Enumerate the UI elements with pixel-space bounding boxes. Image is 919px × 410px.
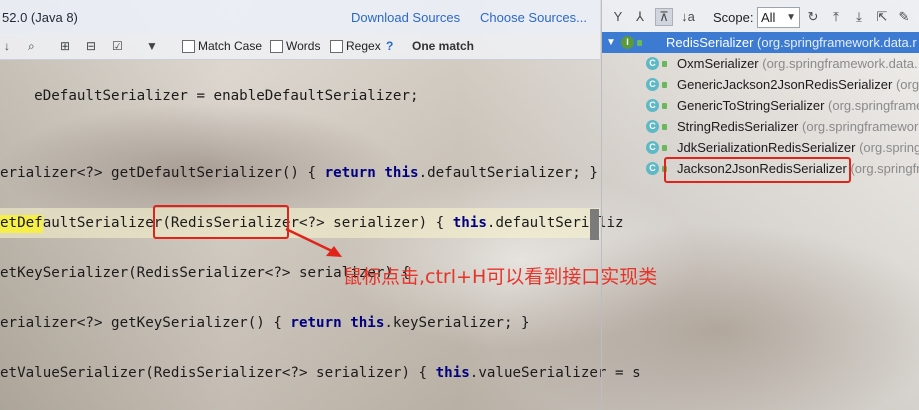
export-icon[interactable]: ⇱ bbox=[874, 9, 890, 25]
tree-item-package: (org.springfra bbox=[850, 161, 919, 176]
keyword: return bbox=[290, 315, 342, 331]
type-hierarchy-panel: Y ⅄ ⊼ ↓a Scope: All ▼ ↻ ⤒ ⤓ ⇱ ✎ ▼ I Redi… bbox=[601, 0, 919, 410]
code-text: erializer<?> getDefaultSerializer() { bbox=[0, 165, 325, 181]
refresh-icon[interactable]: ↻ bbox=[805, 9, 821, 25]
regex-option[interactable]: Regex bbox=[330, 39, 381, 53]
chevron-down-icon: ▼ bbox=[786, 12, 796, 23]
visibility-icon bbox=[662, 103, 667, 109]
code-text: erializer<?> getKeySerializer() { bbox=[0, 315, 291, 331]
code-text: aultSerializer bbox=[42, 215, 163, 231]
code-line: erializer<?> getKeySerializer() { return… bbox=[0, 312, 530, 334]
tree-item-package: (org.springframework.c bbox=[802, 119, 919, 134]
tree-item[interactable]: C GenericToStringSerializer (org.springf… bbox=[602, 95, 919, 116]
visibility-icon bbox=[662, 82, 667, 88]
keyword: this bbox=[452, 215, 487, 231]
next-occurrence-icon[interactable]: ↓ bbox=[4, 39, 10, 53]
code-line: erializer<?> getDefaultSerializer() { re… bbox=[0, 162, 598, 184]
scope-label: Scope: bbox=[713, 10, 754, 25]
tree-item[interactable]: C JdkSerializationRedisSerializer (org.s… bbox=[602, 137, 919, 158]
expand-all-icon[interactable]: ⤒ bbox=[828, 9, 844, 25]
choose-sources-link[interactable]: Choose Sources... bbox=[480, 10, 587, 25]
class-icon: C bbox=[646, 99, 659, 112]
code-line: etValueSerializer(RedisSerializer<?> ser… bbox=[0, 362, 641, 384]
pin-icon[interactable]: ✎ bbox=[896, 9, 912, 25]
keyword: this bbox=[350, 315, 385, 331]
class-icon: C bbox=[646, 57, 659, 70]
callout-box-jackson2json bbox=[664, 157, 851, 183]
supertypes-icon[interactable]: Y bbox=[610, 9, 626, 25]
visibility-icon bbox=[662, 145, 667, 151]
regex-checkbox[interactable] bbox=[330, 39, 343, 53]
tree-item[interactable]: C StringRedisSerializer (org.springframe… bbox=[602, 116, 919, 137]
class-hierarchy-icon[interactable]: ⊼ bbox=[655, 8, 673, 26]
decompiled-info-bar: 52.0 (Java 8) Download Sources Choose So… bbox=[0, 0, 600, 35]
subtypes-icon[interactable]: ⅄ bbox=[632, 9, 648, 25]
visibility-icon bbox=[662, 124, 667, 130]
match-count: One match bbox=[412, 39, 475, 53]
tree-item-name: RedisSerializer bbox=[666, 35, 754, 50]
keyword: this bbox=[435, 365, 470, 381]
code-line: eDefaultSerializer = enableDefaultSerial… bbox=[0, 63, 418, 104]
find-bar: ↓ ⌕ ⊞ ⊟ ☑ ▼ Match Case Words Regex ? One… bbox=[0, 34, 600, 60]
tree-item-package: (org.spring bbox=[859, 140, 919, 155]
tree-item-package: (org.springframework.data. bbox=[762, 56, 918, 71]
match-case-label: Match Case bbox=[198, 39, 263, 53]
scope-dropdown[interactable]: All ▼ bbox=[757, 7, 800, 28]
sort-alphabetically-icon[interactable]: ↓a bbox=[680, 9, 696, 25]
words-checkbox[interactable] bbox=[270, 39, 283, 53]
match-case-checkbox[interactable] bbox=[182, 39, 195, 53]
code-text: etValueSerializer(RedisSerializer<?> ser… bbox=[0, 365, 436, 381]
regex-label: Regex bbox=[346, 39, 381, 53]
keyword: return bbox=[324, 165, 376, 181]
code-text: .defaultSerializer; } bbox=[418, 165, 598, 181]
class-icon: C bbox=[646, 78, 659, 91]
scroll-marker bbox=[590, 209, 599, 240]
keyword: this bbox=[384, 165, 419, 181]
select-all-occurrences-icon[interactable]: ☑ bbox=[112, 39, 123, 53]
tree-item-root[interactable]: ▼ I RedisSerializer (org.springframework… bbox=[602, 32, 919, 53]
callout-arrow-icon bbox=[285, 227, 342, 257]
tree-item-name: JdkSerializationRedisSerializer bbox=[677, 140, 856, 155]
scope-value: All bbox=[761, 10, 776, 25]
code-text: .keySerializer; } bbox=[384, 315, 530, 331]
class-icon: C bbox=[646, 141, 659, 154]
visibility-icon bbox=[662, 61, 667, 67]
regex-help-link[interactable]: ? bbox=[386, 39, 393, 53]
visibility-icon bbox=[637, 40, 642, 46]
tree-item-package: (org.sp bbox=[895, 77, 919, 92]
tree-item[interactable]: C GenericJackson2JsonRedisSerializer (or… bbox=[602, 74, 919, 95]
find-all-icon[interactable]: ⌕ bbox=[28, 39, 35, 53]
search-match-highlight: etDef bbox=[0, 215, 43, 233]
tree-item-package: (org.springframe bbox=[828, 98, 919, 113]
class-icon: C bbox=[646, 120, 659, 133]
tree-item-name: GenericJackson2JsonRedisSerializer bbox=[677, 77, 893, 92]
remove-selection-icon[interactable]: ⊟ bbox=[86, 39, 96, 53]
tree-item-package: (org.springframework.data.r bbox=[757, 35, 917, 50]
tree-item[interactable]: C OxmSerializer (org.springframework.dat… bbox=[602, 53, 919, 74]
download-sources-link[interactable]: Download Sources bbox=[351, 10, 460, 25]
callout-box-redis-serializer bbox=[153, 205, 289, 239]
words-option[interactable]: Words bbox=[270, 39, 320, 53]
expand-arrow-icon[interactable]: ▼ bbox=[606, 32, 616, 53]
hierarchy-toolbar: Y ⅄ ⊼ ↓a Scope: All ▼ ↻ ⤒ ⤓ ⇱ ✎ bbox=[602, 0, 919, 35]
interface-icon: I bbox=[621, 36, 634, 49]
code-text: eDefaultSerializer = enableDefaultSerial… bbox=[34, 88, 419, 104]
code-editor[interactable]: 52.0 (Java 8) Download Sources Choose So… bbox=[0, 0, 657, 410]
add-selection-icon[interactable]: ⊞ bbox=[60, 39, 70, 53]
collapse-all-icon[interactable]: ⤓ bbox=[851, 9, 867, 25]
class-icon: C bbox=[646, 162, 659, 175]
tree-item-name: OxmSerializer bbox=[677, 56, 759, 71]
tree-item-name: GenericToStringSerializer bbox=[677, 98, 825, 113]
tree-item-name: StringRedisSerializer bbox=[677, 119, 799, 134]
class-version-text: 52.0 (Java 8) bbox=[2, 10, 78, 25]
filter-icon[interactable]: ▼ bbox=[146, 39, 158, 53]
match-case-option[interactable]: Match Case bbox=[182, 39, 262, 53]
words-label: Words bbox=[286, 39, 321, 53]
